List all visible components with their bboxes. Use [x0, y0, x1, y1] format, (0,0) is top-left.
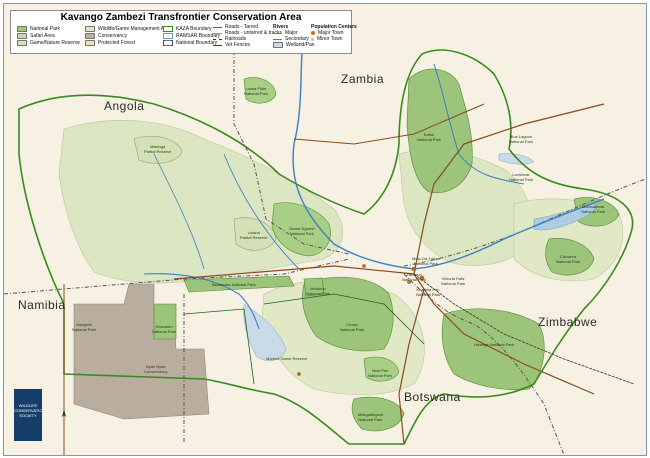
- legend-item-game-reserve: Game/Nature Reserve: [17, 39, 80, 46]
- kaza-map[interactable]: [4, 4, 646, 455]
- swatch-wma: [85, 25, 95, 32]
- park-label-blue-lagoon: Blue Lagoon National Park: [509, 134, 534, 144]
- park-label-mosi: Mosi-Oa-Tunya National Park: [412, 256, 440, 266]
- swatch-kaza-boundary: [163, 25, 173, 32]
- legend-column-boundaries: KAZA Boundary RAMSAR Boundary National B…: [163, 25, 220, 46]
- map-frame: Angola Zambia Namibia Zimbabwe Botswana …: [3, 3, 647, 456]
- country-label-zimbabwe: Zimbabwe: [538, 315, 598, 329]
- swatch-conservancy: [85, 32, 95, 39]
- town-livingstone: [411, 266, 417, 272]
- map-title: Kavango Zambezi Transfrontier Conservati…: [60, 12, 302, 23]
- swatch-national-boundary: [163, 39, 173, 46]
- line-river-major: [273, 32, 282, 34]
- park-label-makgadikgadi: Makgadikgadi National Park: [358, 412, 383, 422]
- legend-column-areas: Wildlife/Game Management Area Conservanc…: [85, 25, 171, 46]
- line-railroads: [213, 38, 222, 40]
- swatch-wetland: [273, 42, 283, 48]
- legend-column-population: Population Centers Major Town Minor Town: [311, 24, 357, 42]
- park-label-liuwa: Liuwa Plain National Park: [244, 86, 269, 96]
- line-roads-untarred: [213, 32, 222, 34]
- park-label-moremi: Moremi Game Reserve: [266, 356, 308, 361]
- swatch-protected-forest: [85, 39, 95, 46]
- dot-minor-town: [311, 37, 314, 41]
- park-label-hwange: Hwange National Park: [474, 342, 514, 347]
- legend-item-wma: Wildlife/Game Management Area: [85, 25, 171, 32]
- legend-item-wetland: Wetland/Pan: [273, 42, 315, 48]
- legend-item-safari-area: Safari Area: [17, 32, 80, 39]
- legend-item-national-park: National Park: [17, 25, 80, 32]
- legend-item-national-boundary: National Boundary: [163, 39, 220, 46]
- park-label-matusadona: Matusadona National Park: [581, 204, 606, 214]
- park-label-zambezi: Zambezi National Park: [402, 272, 427, 282]
- map-legend: Kavango Zambezi Transfrontier Conservati…: [10, 10, 357, 54]
- country-label-angola: Angola: [104, 99, 145, 113]
- line-vet-fences: [213, 44, 222, 46]
- wcs-logo: WILDLIFE CONSERVATION SOCIETY: [14, 389, 45, 441]
- town-maun: [297, 372, 301, 376]
- line-river-secondary: [273, 38, 282, 40]
- swatch-ramsar-boundary: [163, 32, 173, 39]
- swatch-game-reserve: [17, 39, 27, 46]
- park-label-luiana: Luiana Partial Reserve: [240, 230, 268, 240]
- park-label-vic-falls: Victoria Falls National Park: [441, 276, 466, 286]
- park-label-nxai: Nxai Pan National Park: [368, 368, 393, 378]
- legend-item-vet-fences: Vet Fences: [213, 42, 282, 48]
- legend-column-protected: National Park Safari Area Game/Nature Re…: [17, 25, 80, 46]
- park-label-kazuma: Kazuma Pan National Park: [416, 287, 441, 297]
- park-label-sioma: Sioma Ngwezi National Park: [289, 226, 315, 236]
- country-label-botswana: Botswana: [404, 390, 461, 404]
- swatch-safari-area: [17, 32, 27, 39]
- logo-line-3: SOCIETY: [19, 413, 37, 418]
- park-label-nyae: Nyae Nyae Conservancy: [144, 364, 168, 374]
- town-katima: [362, 264, 366, 268]
- park-label-lochinvar: Lochinvar National Park: [509, 172, 534, 182]
- park-label-khaudum: Khaudum National Park: [152, 324, 177, 334]
- park-label-chobe: Chobe National Park: [340, 322, 365, 332]
- legend-column-roads: Roads - Tarred Roads - untarred & tracks…: [213, 24, 282, 48]
- park-label-bwabwata: Bwabwata National Park: [212, 282, 256, 287]
- park-label-mudumu: Mudumu National Park: [306, 286, 331, 296]
- park-label-kafue: Kafue National Park: [417, 132, 442, 142]
- country-label-namibia: Namibia: [18, 298, 66, 312]
- park-label-chizarira: Chizarira National Park: [556, 254, 581, 264]
- legend-item-kaza-boundary: KAZA Boundary: [163, 25, 220, 32]
- swatch-national-park: [17, 25, 27, 32]
- country-label-zambia: Zambia: [341, 72, 385, 86]
- park-label-mangetti: Mangetti National Park: [72, 322, 97, 332]
- legend-column-rivers: Rivers Major Secondary Wetland/Pan: [273, 24, 315, 48]
- park-label-mavinga: Mavinga Partial Reserve: [144, 144, 172, 154]
- dot-major-town: [311, 31, 315, 35]
- line-roads-tarred: [213, 26, 222, 28]
- legend-item-conservancy: Conservancy: [85, 32, 171, 39]
- legend-item-protected-forest: Protected Forest: [85, 39, 171, 46]
- legend-item-ramsar-boundary: RAMSAR Boundary: [163, 32, 220, 39]
- legend-item-minor-town: Minor Town: [311, 36, 357, 42]
